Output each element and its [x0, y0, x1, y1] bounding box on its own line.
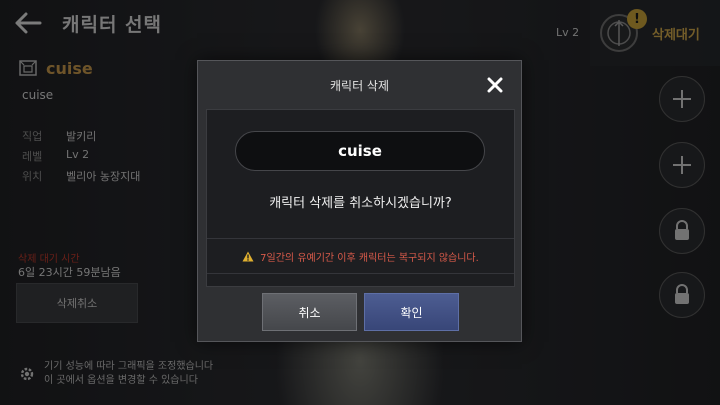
warning-icon — [242, 251, 254, 261]
dialog-title: 캐릭터 삭제 — [329, 79, 389, 93]
dialog-body: cuise 캐릭터 삭제를 취소하시겠습니까? 7일간의 유예기간 이후 캐릭터… — [206, 109, 515, 287]
warning-text: 7일간의 유예기간 이후 캐릭터는 복구되지 않습니다. — [260, 252, 479, 264]
close-button[interactable] — [483, 73, 507, 97]
cancel-button[interactable]: 취소 — [262, 293, 357, 331]
character-name-field: cuise — [235, 131, 485, 171]
delete-character-dialog: 캐릭터 삭제 cuise 캐릭터 삭제를 취소하시겠습니까? 7일간의 유예기간… — [197, 60, 522, 342]
confirm-question: 캐릭터 삭제를 취소하시겠습니까? — [269, 196, 452, 211]
warning-notice: 7일간의 유예기간 이후 캐릭터는 복구되지 않습니다. — [207, 238, 514, 274]
close-icon — [487, 77, 503, 93]
confirm-button[interactable]: 확인 — [364, 293, 459, 331]
